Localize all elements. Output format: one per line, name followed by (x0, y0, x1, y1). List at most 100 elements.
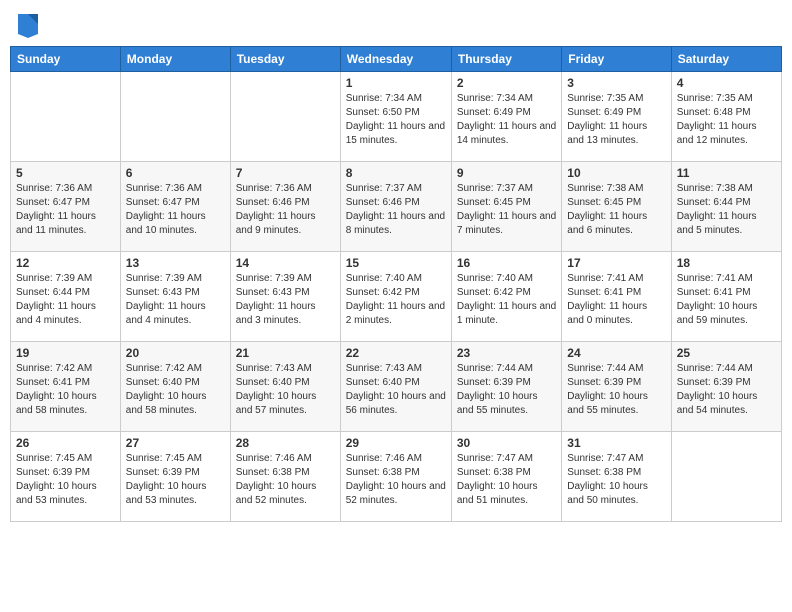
calendar-day-cell: 13 Sunrise: 7:39 AM Sunset: 6:43 PM Dayli… (120, 252, 230, 342)
day-info: Sunrise: 7:37 AM Sunset: 6:46 PM Dayligh… (346, 182, 446, 238)
logo-icon (16, 10, 40, 38)
calendar-week-row: 26 Sunrise: 7:45 AM Sunset: 6:39 PM Dayli… (11, 432, 782, 522)
calendar-empty-cell (11, 72, 121, 162)
day-number: 27 (126, 436, 225, 450)
day-number: 28 (236, 436, 335, 450)
weekday-header-friday: Friday (562, 47, 671, 72)
weekday-header-wednesday: Wednesday (340, 47, 451, 72)
calendar-day-cell: 15 Sunrise: 7:40 AM Sunset: 6:42 PM Dayli… (340, 252, 451, 342)
day-number: 16 (457, 256, 556, 270)
day-number: 18 (677, 256, 776, 270)
day-info: Sunrise: 7:41 AM Sunset: 6:41 PM Dayligh… (567, 272, 665, 328)
day-number: 4 (677, 76, 776, 90)
day-info: Sunrise: 7:39 AM Sunset: 6:43 PM Dayligh… (126, 272, 225, 328)
calendar-day-cell: 11Sunrise: 7:38 AM Sunset: 6:44 PM Dayli… (671, 162, 781, 252)
day-number: 15 (346, 256, 446, 270)
weekday-header-saturday: Saturday (671, 47, 781, 72)
calendar-table: SundayMondayTuesdayWednesdayThursdayFrid… (10, 46, 782, 522)
calendar-day-cell: 5 Sunrise: 7:36 AM Sunset: 6:47 PM Daylig… (11, 162, 121, 252)
day-info: Sunrise: 7:44 AM Sunset: 6:39 PM Dayligh… (677, 362, 776, 418)
calendar-day-cell: 24 Sunrise: 7:44 AM Sunset: 6:39 PM Dayli… (562, 342, 671, 432)
day-number: 29 (346, 436, 446, 450)
day-info: Sunrise: 7:41 AM Sunset: 6:41 PM Dayligh… (677, 272, 776, 328)
calendar-day-cell: 31 Sunrise: 7:47 AM Sunset: 6:38 PM Dayli… (562, 432, 671, 522)
day-info: Sunrise: 7:35 AM Sunset: 6:48 PM Dayligh… (677, 92, 776, 148)
day-info: Sunrise: 7:44 AM Sunset: 6:39 PM Dayligh… (567, 362, 665, 418)
day-info: Sunrise: 7:36 AM Sunset: 6:47 PM Dayligh… (16, 182, 115, 238)
day-info: Sunrise: 7:43 AM Sunset: 6:40 PM Dayligh… (346, 362, 446, 418)
calendar-day-cell: 20 Sunrise: 7:42 AM Sunset: 6:40 PM Dayli… (120, 342, 230, 432)
calendar-day-cell: 2 Sunrise: 7:34 AM Sunset: 6:49 PM Daylig… (451, 72, 561, 162)
calendar-day-cell: 3 Sunrise: 7:35 AM Sunset: 6:49 PM Daylig… (562, 72, 671, 162)
calendar-empty-cell (230, 72, 340, 162)
day-number: 22 (346, 346, 446, 360)
calendar-day-cell: 7Sunrise: 7:36 AM Sunset: 6:46 PM Daylig… (230, 162, 340, 252)
day-number: 25 (677, 346, 776, 360)
calendar-day-cell: 10 Sunrise: 7:38 AM Sunset: 6:45 PM Dayli… (562, 162, 671, 252)
page-header (10, 10, 782, 38)
day-number: 1 (346, 76, 446, 90)
day-info: Sunrise: 7:43 AM Sunset: 6:40 PM Dayligh… (236, 362, 335, 418)
calendar-day-cell: 14Sunrise: 7:39 AM Sunset: 6:43 PM Dayli… (230, 252, 340, 342)
calendar-day-cell: 25 Sunrise: 7:44 AM Sunset: 6:39 PM Dayli… (671, 342, 781, 432)
calendar-day-cell: 4 Sunrise: 7:35 AM Sunset: 6:48 PM Daylig… (671, 72, 781, 162)
day-number: 23 (457, 346, 556, 360)
day-info: Sunrise: 7:35 AM Sunset: 6:49 PM Dayligh… (567, 92, 665, 148)
day-info: Sunrise: 7:45 AM Sunset: 6:39 PM Dayligh… (126, 452, 225, 508)
day-info: Sunrise: 7:46 AM Sunset: 6:38 PM Dayligh… (346, 452, 446, 508)
day-info: Sunrise: 7:40 AM Sunset: 6:42 PM Dayligh… (346, 272, 446, 328)
day-info: Sunrise: 7:44 AM Sunset: 6:39 PM Dayligh… (457, 362, 556, 418)
weekday-header-thursday: Thursday (451, 47, 561, 72)
day-number: 30 (457, 436, 556, 450)
calendar-day-cell: 1 Sunrise: 7:34 AM Sunset: 6:50 PM Daylig… (340, 72, 451, 162)
day-info: Sunrise: 7:42 AM Sunset: 6:40 PM Dayligh… (126, 362, 225, 418)
day-number: 17 (567, 256, 665, 270)
day-info: Sunrise: 7:36 AM Sunset: 6:47 PM Dayligh… (126, 182, 225, 238)
weekday-header-monday: Monday (120, 47, 230, 72)
day-number: 20 (126, 346, 225, 360)
calendar-day-cell: 23 Sunrise: 7:44 AM Sunset: 6:39 PM Dayli… (451, 342, 561, 432)
calendar-empty-cell (671, 432, 781, 522)
day-info: Sunrise: 7:36 AM Sunset: 6:46 PM Dayligh… (236, 182, 335, 238)
day-info: Sunrise: 7:47 AM Sunset: 6:38 PM Dayligh… (457, 452, 556, 508)
day-number: 12 (16, 256, 115, 270)
calendar-week-row: 5 Sunrise: 7:36 AM Sunset: 6:47 PM Daylig… (11, 162, 782, 252)
day-number: 10 (567, 166, 665, 180)
day-info: Sunrise: 7:46 AM Sunset: 6:38 PM Dayligh… (236, 452, 335, 508)
day-number: 13 (126, 256, 225, 270)
day-number: 21 (236, 346, 335, 360)
day-info: Sunrise: 7:39 AM Sunset: 6:43 PM Dayligh… (236, 272, 335, 328)
day-info: Sunrise: 7:34 AM Sunset: 6:50 PM Dayligh… (346, 92, 446, 148)
day-number: 2 (457, 76, 556, 90)
day-number: 3 (567, 76, 665, 90)
day-info: Sunrise: 7:45 AM Sunset: 6:39 PM Dayligh… (16, 452, 115, 508)
day-info: Sunrise: 7:47 AM Sunset: 6:38 PM Dayligh… (567, 452, 665, 508)
day-info: Sunrise: 7:39 AM Sunset: 6:44 PM Dayligh… (16, 272, 115, 328)
logo (14, 10, 40, 38)
calendar-day-cell: 9 Sunrise: 7:37 AM Sunset: 6:45 PM Daylig… (451, 162, 561, 252)
day-number: 19 (16, 346, 115, 360)
day-info: Sunrise: 7:34 AM Sunset: 6:49 PM Dayligh… (457, 92, 556, 148)
calendar-day-cell: 6 Sunrise: 7:36 AM Sunset: 6:47 PM Daylig… (120, 162, 230, 252)
calendar-day-cell: 22 Sunrise: 7:43 AM Sunset: 6:40 PM Dayli… (340, 342, 451, 432)
calendar-day-cell: 26 Sunrise: 7:45 AM Sunset: 6:39 PM Dayli… (11, 432, 121, 522)
day-info: Sunrise: 7:38 AM Sunset: 6:45 PM Dayligh… (567, 182, 665, 238)
calendar-day-cell: 16 Sunrise: 7:40 AM Sunset: 6:42 PM Dayli… (451, 252, 561, 342)
day-info: Sunrise: 7:40 AM Sunset: 6:42 PM Dayligh… (457, 272, 556, 328)
day-number: 6 (126, 166, 225, 180)
day-number: 26 (16, 436, 115, 450)
day-info: Sunrise: 7:37 AM Sunset: 6:45 PM Dayligh… (457, 182, 556, 238)
day-info: Sunrise: 7:38 AM Sunset: 6:44 PM Dayligh… (677, 182, 776, 238)
day-number: 8 (346, 166, 446, 180)
day-number: 31 (567, 436, 665, 450)
calendar-day-cell: 8 Sunrise: 7:37 AM Sunset: 6:46 PM Daylig… (340, 162, 451, 252)
calendar-empty-cell (120, 72, 230, 162)
calendar-week-row: 12 Sunrise: 7:39 AM Sunset: 6:44 PM Dayli… (11, 252, 782, 342)
day-number: 5 (16, 166, 115, 180)
day-number: 9 (457, 166, 556, 180)
calendar-day-cell: 17 Sunrise: 7:41 AM Sunset: 6:41 PM Dayli… (562, 252, 671, 342)
calendar-day-cell: 27 Sunrise: 7:45 AM Sunset: 6:39 PM Dayli… (120, 432, 230, 522)
day-number: 24 (567, 346, 665, 360)
weekday-header-tuesday: Tuesday (230, 47, 340, 72)
weekday-header-sunday: Sunday (11, 47, 121, 72)
